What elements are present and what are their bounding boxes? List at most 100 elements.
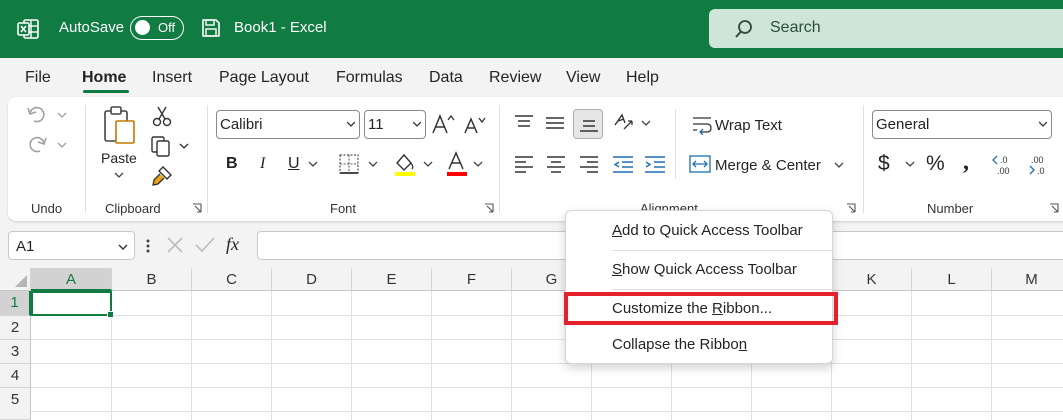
wrap-text-icon[interactable] [691,115,713,135]
decrease-indent-icon[interactable] [612,155,634,173]
group-divider [207,105,208,213]
align-left-icon[interactable] [514,155,534,173]
format-painter-icon[interactable] [151,165,173,187]
svg-text:.0: .0 [1037,166,1045,176]
worksheet-grid[interactable]: A B C D E F G H I J K L M 1 2 3 4 5 [0,268,1063,420]
gridline [271,291,272,420]
paste-label[interactable]: Paste [101,150,137,166]
title-bar: AutoSave Off Book1 - Excel Search [0,0,1063,58]
autosave-toggle[interactable]: Off [130,16,184,40]
row-header-1[interactable]: 1 [0,291,31,316]
fill-color-icon[interactable] [393,151,435,177]
chevron-down-icon[interactable] [905,160,915,168]
underline-icon[interactable]: U [288,155,300,173]
undo-icon[interactable] [26,105,70,125]
active-cell-a1[interactable] [31,291,114,318]
column-header-b[interactable]: B [112,268,192,291]
tab-help[interactable]: Help [626,69,659,87]
column-header-l[interactable]: L [912,268,992,291]
enter-check-icon[interactable] [194,235,216,255]
number-format-select[interactable]: General [872,110,1052,139]
chevron-down-icon[interactable] [118,243,128,251]
bottom-align-button[interactable] [573,109,603,139]
clipboard-dialog-launcher-icon[interactable] [192,203,202,213]
row-header-5[interactable]: 5 [0,388,31,420]
row-header-2[interactable]: 2 [0,316,31,340]
merge-center-label[interactable]: Merge & Center [715,157,821,174]
select-all-corner[interactable] [0,268,31,291]
menu-item-collapse-the-ribbon[interactable]: Collapse the Ribbon [612,336,747,353]
tab-data[interactable]: Data [429,69,463,87]
row-header-3[interactable]: 3 [0,340,31,364]
font-name-select[interactable]: Calibri [216,110,360,139]
more-options-icon[interactable] [145,237,151,255]
column-header-a[interactable]: A [31,268,112,291]
excel-logo-icon[interactable] [16,17,40,41]
save-icon[interactable] [200,17,222,39]
menu-item-show-quick-access-toolbar[interactable]: Show Quick Access Toolbar [612,261,797,278]
column-header-m[interactable]: M [992,268,1063,291]
tab-insert[interactable]: Insert [152,69,192,87]
merge-center-icon[interactable] [689,154,711,174]
group-label-number: Number [927,201,974,216]
column-header-f[interactable]: F [432,268,512,291]
group-divider [499,105,500,213]
align-right-icon[interactable] [579,155,599,173]
copy-icon[interactable] [150,135,192,157]
comma-style-icon[interactable]: , [963,149,969,176]
tab-formulas[interactable]: Formulas [336,69,403,87]
chevron-down-icon[interactable] [834,161,844,169]
decrease-decimal-icon[interactable]: .00 .0 [1028,152,1054,176]
row-header-4[interactable]: 4 [0,364,31,388]
increase-indent-icon[interactable] [644,155,666,173]
increase-decimal-icon[interactable]: .0 .00 [991,152,1017,176]
increase-font-size-icon[interactable] [431,113,455,135]
search-box[interactable]: Search [709,9,1063,48]
orientation-icon[interactable] [612,111,654,135]
ribbon-tabs: File Home Insert Page Layout Formulas Da… [0,58,1063,96]
insert-function-icon[interactable]: fx [226,234,239,255]
redo-icon[interactable] [26,135,70,155]
menu-item-add-to-quick-access-toolbar[interactable]: Add to Quick Access Toolbar [612,222,803,239]
font-dialog-launcher-icon[interactable] [484,203,494,213]
number-dialog-launcher-icon[interactable] [1049,203,1059,213]
tab-home[interactable]: Home [82,69,126,87]
italic-icon[interactable]: I [260,155,265,173]
cancel-icon[interactable] [164,235,186,255]
gridline [511,291,512,420]
percent-icon[interactable]: % [926,152,945,176]
gridline [31,339,1063,340]
column-header-k[interactable]: K [832,268,912,291]
column-header-e[interactable]: E [352,268,432,291]
gridline [431,291,432,420]
font-color-icon[interactable] [445,151,487,177]
name-box[interactable]: A1 [8,231,135,260]
align-center-icon[interactable] [546,155,566,173]
tab-view[interactable]: View [566,69,600,87]
decrease-font-size-icon[interactable] [463,115,487,135]
chevron-down-icon[interactable] [114,171,124,179]
borders-icon[interactable] [338,153,380,175]
currency-icon[interactable]: $ [878,152,890,176]
bold-icon[interactable]: B [226,155,238,173]
search-placeholder: Search [770,19,821,36]
top-align-icon[interactable] [514,114,534,130]
name-box-value: A1 [16,238,35,255]
gridline [991,291,992,420]
column-header-c[interactable]: C [192,268,272,291]
column-header-d[interactable]: D [272,268,352,291]
middle-align-icon[interactable] [545,116,565,132]
tab-page-layout[interactable]: Page Layout [219,69,309,87]
number-format-value: General [876,116,930,133]
tab-file[interactable]: File [25,69,51,87]
wrap-text-label[interactable]: Wrap Text [715,117,782,134]
ribbon-context-menu: Add to Quick Access Toolbar Show Quick A… [565,210,833,364]
cut-icon[interactable] [152,105,172,127]
group-divider [85,105,86,213]
tab-review[interactable]: Review [489,69,541,87]
group-label-font: Font [330,201,357,216]
paste-icon[interactable] [102,105,138,147]
alignment-dialog-launcher-icon[interactable] [846,203,856,213]
font-size-select[interactable]: 11 [364,110,426,139]
chevron-down-icon[interactable] [308,160,318,168]
